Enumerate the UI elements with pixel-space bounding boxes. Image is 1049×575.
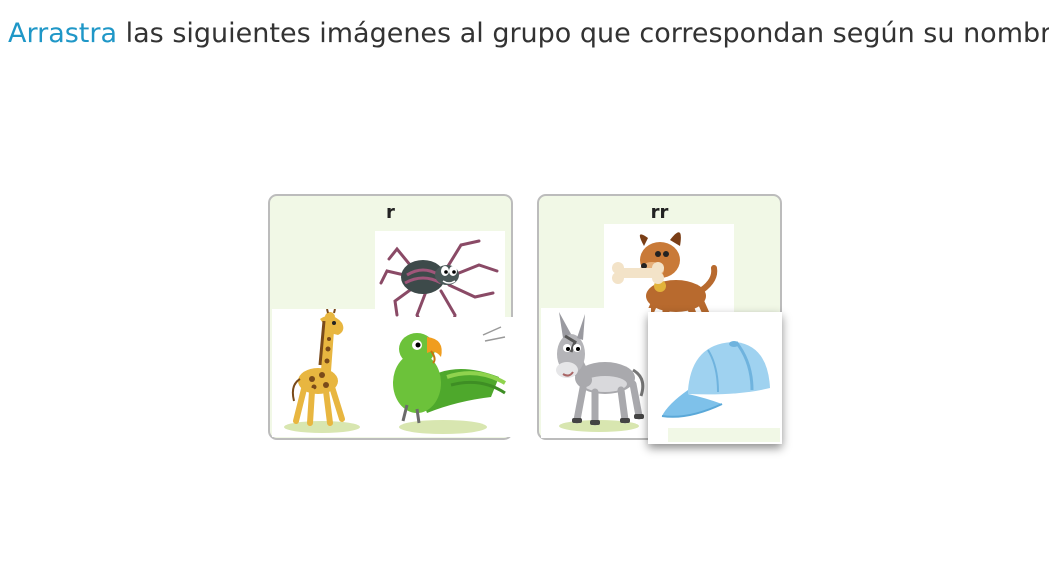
instruction-verb: Arrastra [8,18,118,49]
drop-zone-r[interactable]: r [268,194,513,440]
cap-card[interactable] [648,312,782,444]
drop-zone-rr[interactable]: rr [537,194,782,444]
donkey-image [556,312,645,432]
parrot-image [393,326,506,434]
instruction-rest: las siguientes imágenes al grupo que cor… [117,18,1049,49]
giraffe-image [284,309,360,433]
giraffe-card[interactable] [272,309,387,437]
cap-image [661,341,780,442]
spider-card[interactable] [375,231,505,331]
parrot-card[interactable] [387,317,513,437]
group-label-rr: rr [650,202,669,223]
instruction-text: Arrastra las siguientes imágenes al grup… [8,18,1049,49]
spider-image [379,239,499,329]
donkey-card[interactable] [541,308,651,438]
group-label-r: r [386,202,395,223]
